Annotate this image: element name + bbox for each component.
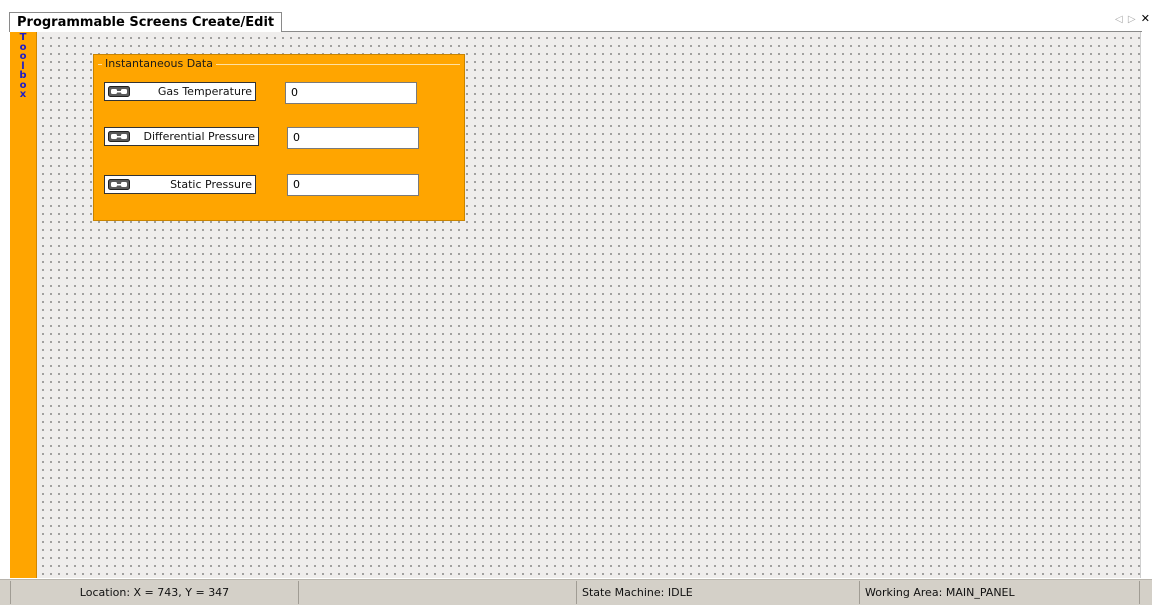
status-bar: Location: X = 743, Y = 347 State Machine… [0, 579, 1152, 605]
close-icon[interactable]: ✕ [1141, 12, 1150, 26]
tab-controls: ◁ ▷ ✕ [1113, 12, 1150, 27]
tab-title: Programmable Screens Create/Edit [17, 15, 275, 30]
field-label-text: Differential Pressure [143, 130, 255, 143]
differential-pressure-input[interactable]: 0 [287, 127, 419, 149]
group-title: Instantaneous Data [102, 57, 216, 71]
tab-programmable-screens[interactable]: Programmable Screens Create/Edit [9, 12, 283, 32]
link-chain-icon [108, 86, 130, 97]
triangle-left-icon[interactable]: ◁ [1115, 13, 1123, 27]
differential-pressure-label[interactable]: Differential Pressure [104, 127, 259, 146]
status-state-machine: State Machine: IDLE [576, 581, 859, 604]
gas-temperature-label[interactable]: Gas Temperature [104, 82, 256, 101]
toolbox-panel[interactable]: T o o l b o x [10, 32, 37, 578]
design-canvas[interactable]: Instantaneous Data Gas Temperature 0 Dif… [37, 32, 1141, 578]
link-chain-icon [108, 131, 130, 142]
toolbox-label: T o o l b o x [10, 32, 36, 100]
instantaneous-data-group[interactable]: Instantaneous Data Gas Temperature 0 Dif… [93, 54, 465, 221]
status-location: Location: X = 743, Y = 347 [10, 581, 298, 604]
field-label-text: Gas Temperature [157, 85, 252, 98]
toolbox-letter: x [19, 89, 27, 100]
programmable-screens-window: Programmable Screens Create/Edit ◁ ▷ ✕ T… [0, 0, 1152, 605]
static-pressure-input[interactable]: 0 [287, 174, 419, 196]
static-pressure-label[interactable]: Static Pressure [104, 175, 256, 194]
link-chain-icon [108, 179, 130, 190]
status-working-area: Working Area: MAIN_PANEL [859, 581, 1140, 604]
gas-temperature-input[interactable]: 0 [285, 82, 417, 104]
status-empty [298, 581, 576, 604]
field-label-text: Static Pressure [170, 178, 252, 191]
triangle-right-icon[interactable]: ▷ [1128, 13, 1136, 27]
